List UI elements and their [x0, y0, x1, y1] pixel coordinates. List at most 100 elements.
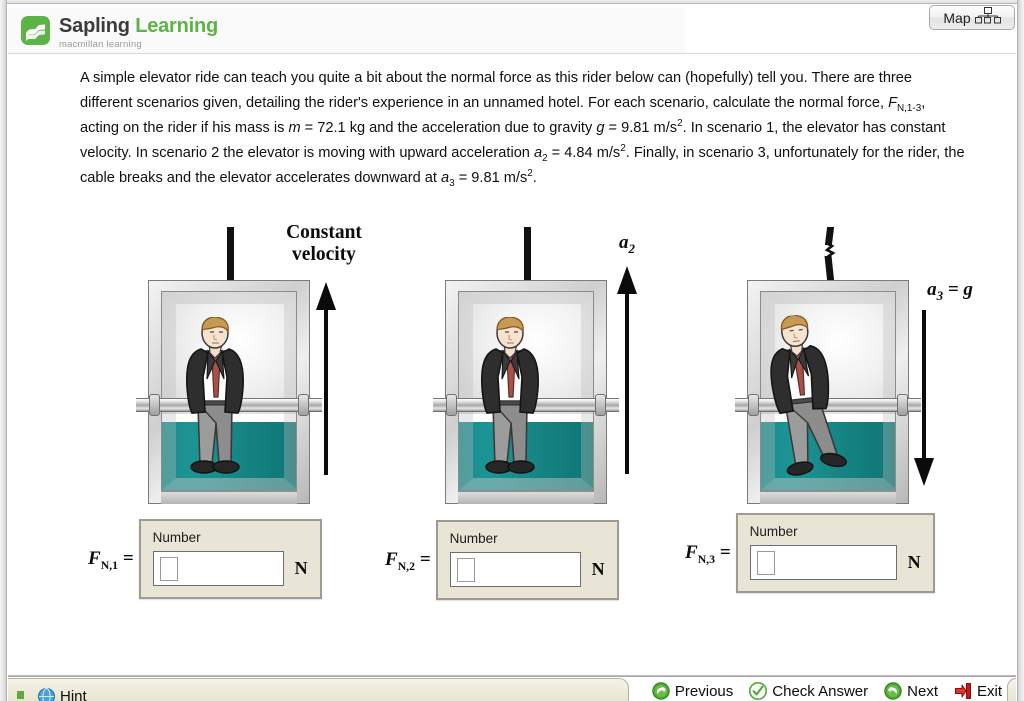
navigation-actions: Previous Check Answer Next Exit — [652, 682, 1002, 700]
answer-2-label-equals: = — [415, 549, 431, 570]
answer-2-number-label: Number — [449, 531, 498, 546]
a3-value: = 9.81 m/s — [454, 170, 528, 186]
window-top-edge — [0, 0, 1024, 4]
rider-figure — [480, 317, 539, 474]
answer-3-label-equals: = — [715, 542, 731, 563]
app-window: Sapling Learning macmillan learning Map … — [0, 0, 1024, 701]
scenario-1-arrow-up — [316, 282, 336, 475]
brand-title: Sapling Learning — [59, 16, 218, 36]
answer-2-label-symbol: F — [385, 549, 398, 570]
scenario-illustrations: Constant velocity a2 a3 = g — [0, 222, 1024, 522]
a2-value: = 4.84 m/s — [547, 145, 621, 161]
header-panel: Sapling Learning macmillan learning — [8, 8, 686, 53]
answer-2-input[interactable] — [449, 552, 581, 587]
mass-value: = 72.1 kg and the acceleration due to gr… — [300, 120, 597, 136]
answer-1-label: FN,1 = — [88, 548, 134, 572]
answer-2: FN,2 = Number N — [385, 520, 619, 600]
handrail-cap-right — [298, 394, 309, 416]
rider-figure — [770, 314, 847, 476]
answer-3-label-symbol: F — [685, 542, 698, 563]
caption-subscript: 2 — [628, 240, 635, 256]
scenario-2-caption: a2 — [600, 232, 654, 256]
answer-2-label-subscript: N,2 — [397, 559, 416, 573]
answer-1-label-equals: = — [118, 548, 134, 569]
problem-text-end: . — [532, 170, 537, 186]
sitemap-icon — [974, 6, 1001, 29]
problem-text-part-1: A simple elevator ride can teach you qui… — [80, 70, 913, 111]
map-button[interactable]: Map — [929, 5, 1015, 30]
text-caret — [456, 557, 475, 582]
caption-line-2: velocity — [292, 244, 356, 265]
answer-1-input[interactable] — [152, 551, 284, 586]
handrail-cap-right — [595, 394, 606, 416]
force-symbol: F — [888, 95, 897, 111]
elevator-car — [136, 280, 322, 504]
answer-1: FN,1 = Number N — [88, 519, 322, 599]
toolbar-right-tab — [1007, 678, 1016, 701]
bottom-toolbar: Hint Previous Check Answer Next Exit — [8, 677, 1016, 701]
answer-3: FN,3 = Number N — [685, 513, 935, 593]
map-button-label: Map — [943, 9, 971, 26]
handrail-cap-left — [446, 394, 457, 416]
check-answer-button[interactable]: Check Answer — [749, 682, 868, 700]
rider-figure — [185, 317, 244, 474]
brand-tagline: macmillan learning — [59, 39, 142, 50]
elevator-cable — [227, 227, 234, 283]
check-circle-green-icon — [749, 682, 768, 700]
answer-3-unit: N — [907, 552, 921, 572]
next-button[interactable]: Next — [884, 682, 938, 700]
answer-2-unit: N — [591, 559, 605, 579]
answer-1-label-symbol: F — [88, 548, 101, 569]
scenario-3-arrow-down — [914, 310, 934, 486]
arrow-right-circle-green-icon — [884, 682, 902, 700]
hint-button[interactable]: Hint — [38, 688, 87, 701]
answer-2-label: FN,2 = — [385, 549, 431, 573]
a3-symbol: a — [441, 170, 450, 186]
caption-rhs: g — [963, 279, 973, 300]
hint-globe-icon — [38, 688, 55, 701]
status-marker — [17, 691, 24, 699]
elevator-floor — [760, 491, 896, 504]
scenario-2-arrow-up — [617, 266, 637, 474]
answer-1-unit: N — [294, 558, 308, 578]
header-divider — [8, 53, 1016, 54]
answer-3-input[interactable] — [749, 545, 897, 580]
scenario-3-caption: a3 = g — [905, 279, 995, 302]
answer-1-card: Number N — [138, 519, 322, 599]
answer-1-number-label: Number — [152, 530, 201, 545]
brand-logo: Sapling Learning macmillan learning — [21, 16, 218, 50]
scenario-1-caption: Constant velocity — [254, 222, 394, 266]
brand-title-word-1: Sapling — [59, 15, 130, 37]
answer-3-label: FN,3 = — [685, 542, 731, 566]
exit-label: Exit — [976, 682, 1002, 700]
toolbar-left-tab — [8, 678, 629, 701]
previous-label: Previous — [674, 682, 734, 700]
mass-symbol: m — [288, 120, 301, 136]
answer-2-card: Number N — [435, 520, 619, 600]
brand-title-word-2: Learning — [135, 15, 219, 37]
sapling-leaf-icon — [21, 16, 50, 45]
caption-symbol: a — [619, 232, 629, 253]
handrail-cap-left — [748, 394, 759, 416]
answer-1-label-subscript: N,1 — [100, 558, 119, 572]
a2-symbol: a — [533, 145, 543, 161]
text-caret — [159, 556, 178, 581]
elevator-car — [433, 280, 619, 504]
answer-3-card: Number N — [735, 513, 935, 593]
elevator-car — [735, 280, 921, 504]
exit-button[interactable]: Exit — [954, 682, 1002, 700]
elevator-floor — [161, 491, 297, 504]
next-label: Next — [907, 682, 938, 700]
elevator-floor — [458, 491, 594, 504]
elevator-cable — [524, 227, 531, 283]
previous-button[interactable]: Previous — [652, 682, 733, 700]
exit-arrow-red-icon — [954, 683, 971, 699]
arrow-left-circle-green-icon — [652, 682, 670, 700]
answer-3-label-subscript: N,3 — [697, 552, 716, 566]
force-subscript: N,1-3 — [897, 102, 922, 114]
handrail-cap-right — [897, 394, 908, 416]
problem-statement: A simple elevator ride can teach you qui… — [80, 66, 968, 191]
answer-3-number-label: Number — [749, 524, 798, 539]
caption-symbol: a — [927, 279, 937, 300]
caption-line-1: Constant — [286, 222, 362, 243]
